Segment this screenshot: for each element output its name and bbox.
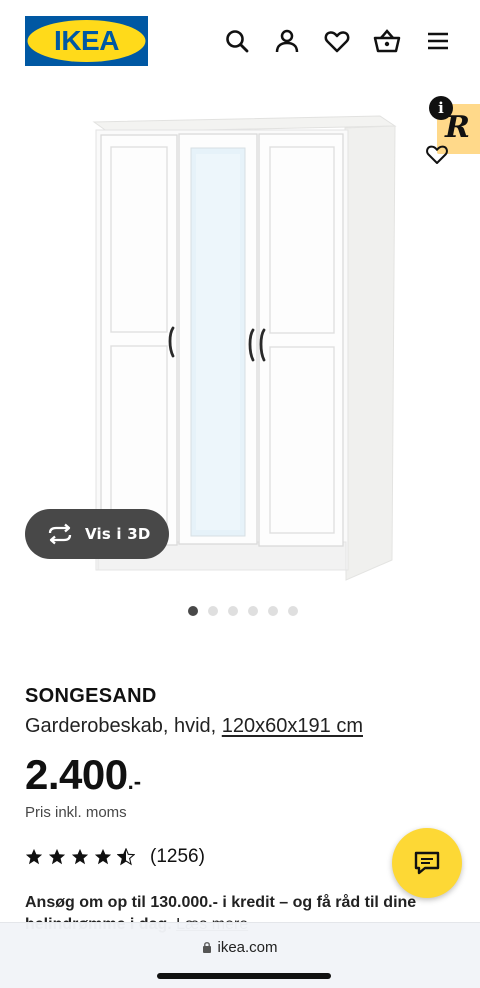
heart-icon[interactable] bbox=[322, 26, 352, 56]
product-rating[interactable]: (1256) bbox=[25, 846, 205, 868]
star-full-icon bbox=[25, 848, 43, 865]
price-suffix: .- bbox=[127, 769, 142, 794]
save-to-favourites-icon[interactable] bbox=[424, 142, 450, 166]
home-indicator[interactable] bbox=[157, 973, 331, 979]
product-size-link[interactable]: 120x60x191 cm bbox=[222, 715, 363, 737]
star-full-icon bbox=[94, 848, 112, 865]
price-amount: 2.400 bbox=[25, 751, 128, 798]
browser-address-bar[interactable]: ikea.com bbox=[0, 922, 480, 988]
account-icon[interactable] bbox=[272, 26, 302, 56]
gallery-dot[interactable] bbox=[188, 606, 198, 616]
star-half-icon bbox=[117, 848, 135, 866]
chat-button[interactable] bbox=[392, 828, 462, 898]
info-icon[interactable]: i bbox=[429, 96, 453, 120]
view-in-3d-button[interactable]: Vis i 3D bbox=[25, 509, 169, 559]
gallery-dot[interactable] bbox=[208, 606, 218, 616]
menu-icon[interactable] bbox=[423, 26, 453, 56]
chat-icon bbox=[414, 851, 440, 875]
address-field[interactable]: ikea.com bbox=[0, 939, 480, 956]
product-name: SONGESAND bbox=[25, 685, 157, 707]
gallery-dot[interactable] bbox=[288, 606, 298, 616]
review-count: (1256) bbox=[150, 846, 205, 867]
star-full-icon bbox=[48, 848, 66, 865]
gallery-dot[interactable] bbox=[228, 606, 238, 616]
site-header: IKEA bbox=[0, 0, 480, 84]
rotate-3d-icon bbox=[48, 523, 72, 545]
product-price: 2.400.- bbox=[25, 750, 141, 807]
view-in-3d-label: Vis i 3D bbox=[85, 525, 151, 543]
basket-icon[interactable] bbox=[372, 26, 402, 56]
gallery-pagination bbox=[188, 606, 298, 618]
product-description: Garderobeskab, hvid, 120x60x191 cm bbox=[25, 715, 363, 738]
star-full-icon bbox=[71, 848, 89, 865]
url-text: ikea.com bbox=[217, 939, 278, 956]
vat-note: Pris inkl. moms bbox=[25, 804, 127, 821]
gallery-dot[interactable] bbox=[268, 606, 278, 616]
credit-offer-text: Ansøg om op til 130.000.- i kredit – og … bbox=[25, 894, 417, 911]
search-icon[interactable] bbox=[222, 26, 252, 56]
gallery-dot[interactable] bbox=[248, 606, 258, 616]
lock-icon bbox=[203, 942, 212, 953]
ikea-logo[interactable]: IKEA bbox=[25, 16, 148, 66]
product-type: Garderobeskab, hvid, bbox=[25, 715, 222, 737]
ikea-logo-text: IKEA bbox=[54, 25, 119, 56]
